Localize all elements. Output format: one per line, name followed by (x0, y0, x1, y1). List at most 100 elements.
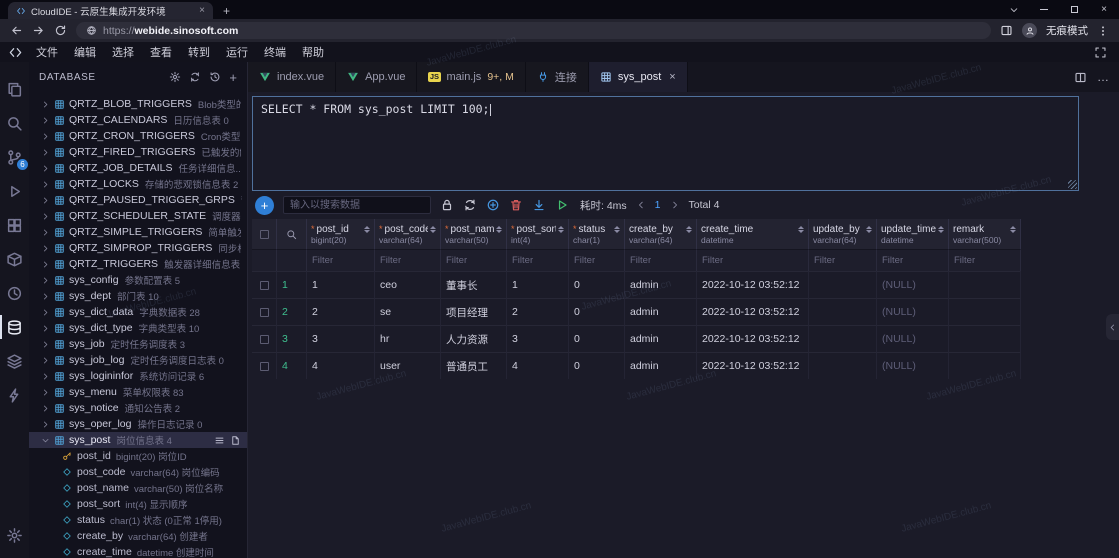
sidebar-table-sys_config[interactable]: sys_config参数配置表 5 (29, 272, 247, 288)
cell-update_time[interactable]: (NULL) (877, 298, 949, 325)
cell-post_name[interactable]: 普通员工 (441, 352, 507, 379)
cell-create_time[interactable]: 2022-10-12 03:52:12 (697, 352, 809, 379)
filter-input-post_name[interactable]: Filter (441, 249, 507, 271)
activity-packages[interactable] (0, 250, 29, 268)
maximize-button[interactable] (1059, 0, 1089, 19)
sort-icons[interactable] (430, 226, 436, 233)
filter-input-post_sort[interactable]: Filter (507, 249, 569, 271)
sidebar-table-sys_post[interactable]: sys_post岗位信息表 4 (29, 432, 247, 448)
sidebar-table-sys_dict_type[interactable]: sys_dict_type字典类型表 10 (29, 320, 247, 336)
new-tab-button[interactable]: + (223, 5, 230, 17)
cell-post_id[interactable]: 4 (307, 352, 375, 379)
resize-handle[interactable] (1068, 180, 1077, 189)
menu-item-7[interactable]: 帮助 (294, 44, 332, 60)
sort-icons[interactable] (614, 226, 620, 233)
refresh-icon[interactable] (463, 198, 477, 212)
more-actions-icon[interactable]: … (1097, 71, 1109, 83)
sort-icons[interactable] (686, 226, 692, 233)
next-page-icon[interactable] (670, 200, 680, 210)
menu-item-3[interactable]: 查看 (142, 44, 180, 60)
sidebar-table-sys_dict_data[interactable]: sys_dict_data字典数据表 28 (29, 304, 247, 320)
row-checkbox[interactable] (252, 352, 277, 379)
cell-post_code[interactable]: hr (375, 325, 441, 352)
sidebar-table-sys_menu[interactable]: sys_menu菜单权限表 83 (29, 384, 247, 400)
filter-input-create_time[interactable]: Filter (697, 249, 809, 271)
prev-page-icon[interactable] (636, 200, 646, 210)
row-search-header[interactable] (277, 219, 307, 249)
cell-status[interactable]: 0 (569, 271, 625, 298)
cell-post_sort[interactable]: 4 (507, 352, 569, 379)
sidebar-table-QRTZ_SCHEDULER_STATE[interactable]: QRTZ_SCHEDULER_STATE调度器状... (29, 208, 247, 224)
filter-input-post_code[interactable]: Filter (375, 249, 441, 271)
sidebar-table-sys_dept[interactable]: sys_dept部门表 10 (29, 288, 247, 304)
menu-item-5[interactable]: 运行 (218, 44, 256, 60)
cell-status[interactable]: 0 (569, 352, 625, 379)
tab-main.js[interactable]: JSmain.js9+, M (417, 62, 525, 92)
add-record-icon[interactable] (486, 198, 500, 212)
menu-item-2[interactable]: 选择 (104, 44, 142, 60)
browser-tab[interactable]: CloudIDE - 云原生集成开发环境 × (8, 2, 213, 19)
sort-icons[interactable] (938, 226, 944, 233)
activity-explorer[interactable] (0, 80, 29, 98)
cell-update_time[interactable]: (NULL) (877, 352, 949, 379)
sort-icons[interactable] (364, 226, 370, 233)
sidebar-table-QRTZ_SIMPLE_TRIGGERS[interactable]: QRTZ_SIMPLE_TRIGGERS简单触发... (29, 224, 247, 240)
cell-create_by[interactable]: admin (625, 271, 697, 298)
sidebar-column-post_id[interactable]: post_idbigint(20) 岗位ID (29, 448, 247, 464)
db-settings-icon[interactable] (169, 71, 181, 83)
tab-App.vue[interactable]: App.vue (336, 62, 417, 92)
sidebar-table-QRTZ_TRIGGERS[interactable]: QRTZ_TRIGGERS触发器详细信息表 3 (29, 256, 247, 272)
cell-post_code[interactable]: ceo (375, 271, 441, 298)
sort-icons[interactable] (866, 226, 872, 233)
activity-power[interactable] (0, 386, 29, 404)
cell-create_by[interactable]: admin (625, 325, 697, 352)
sidebar-table-QRTZ_CRON_TRIGGERS[interactable]: QRTZ_CRON_TRIGGERSCron类型... (29, 128, 247, 144)
row-number[interactable]: 4 (277, 352, 307, 379)
tab-list-button[interactable] (999, 0, 1029, 19)
filter-input-post_id[interactable]: Filter (307, 249, 375, 271)
activity-search[interactable] (0, 114, 29, 132)
col-header-status[interactable]: *statuschar(1) (569, 219, 625, 249)
export-icon[interactable] (532, 198, 546, 212)
cell-post_code[interactable]: se (375, 298, 441, 325)
sidebar-column-post_sort[interactable]: post_sortint(4) 显示顺序 (29, 496, 247, 512)
sort-icons[interactable] (558, 226, 564, 233)
sidebar-table-sys_job[interactable]: sys_job定时任务调度表 3 (29, 336, 247, 352)
sort-icons[interactable] (1010, 226, 1016, 233)
cell-update_by[interactable] (809, 271, 877, 298)
cell-remark[interactable] (949, 325, 1021, 352)
delete-record-icon[interactable] (509, 198, 523, 212)
cell-create_time[interactable]: 2022-10-12 03:52:12 (697, 298, 809, 325)
row-checkbox[interactable] (252, 271, 277, 298)
sidebar-table-QRTZ_CALENDARS[interactable]: QRTZ_CALENDARS日历信息表 0 (29, 112, 247, 128)
activity-run-debug[interactable] (0, 182, 29, 200)
cell-post_name[interactable]: 董事长 (441, 271, 507, 298)
cell-update_by[interactable] (809, 352, 877, 379)
sort-icons[interactable] (798, 226, 804, 233)
sidebar-column-post_code[interactable]: post_codevarchar(64) 岗位编码 (29, 464, 247, 480)
cell-remark[interactable] (949, 352, 1021, 379)
filter-input-update_time[interactable]: Filter (877, 249, 949, 271)
run-query-icon[interactable] (555, 198, 569, 212)
cell-create_time[interactable]: 2022-10-12 03:52:12 (697, 271, 809, 298)
filter-input-status[interactable]: Filter (569, 249, 625, 271)
cell-update_time[interactable]: (NULL) (877, 325, 949, 352)
select-all-header[interactable] (252, 219, 277, 249)
sidebar-table-sys_oper_log[interactable]: sys_oper_log操作日志记录 0 (29, 416, 247, 432)
cell-post_code[interactable]: user (375, 352, 441, 379)
menu-item-1[interactable]: 编辑 (66, 44, 104, 60)
col-header-post_name[interactable]: *post_namevarchar(50) (441, 219, 507, 249)
panel-icon[interactable] (1000, 24, 1013, 37)
activity-layers[interactable] (0, 352, 29, 370)
split-editor-icon[interactable] (1074, 71, 1087, 84)
cell-post_id[interactable]: 1 (307, 271, 375, 298)
cell-create_by[interactable]: admin (625, 298, 697, 325)
activity-source-control[interactable]: 6 (0, 148, 29, 166)
cell-post_sort[interactable]: 1 (507, 271, 569, 298)
settings-button[interactable] (0, 526, 29, 544)
sidebar-table-QRTZ_FIRED_TRIGGERS[interactable]: QRTZ_FIRED_TRIGGERS已触发的触... (29, 144, 247, 160)
col-header-post_code[interactable]: *post_codevarchar(64) (375, 219, 441, 249)
sidebar-table-QRTZ_LOCKS[interactable]: QRTZ_LOCKS存储的悲观锁信息表 2 (29, 176, 247, 192)
filter-input-update_by[interactable]: Filter (809, 249, 877, 271)
avatar[interactable] (1022, 23, 1037, 38)
